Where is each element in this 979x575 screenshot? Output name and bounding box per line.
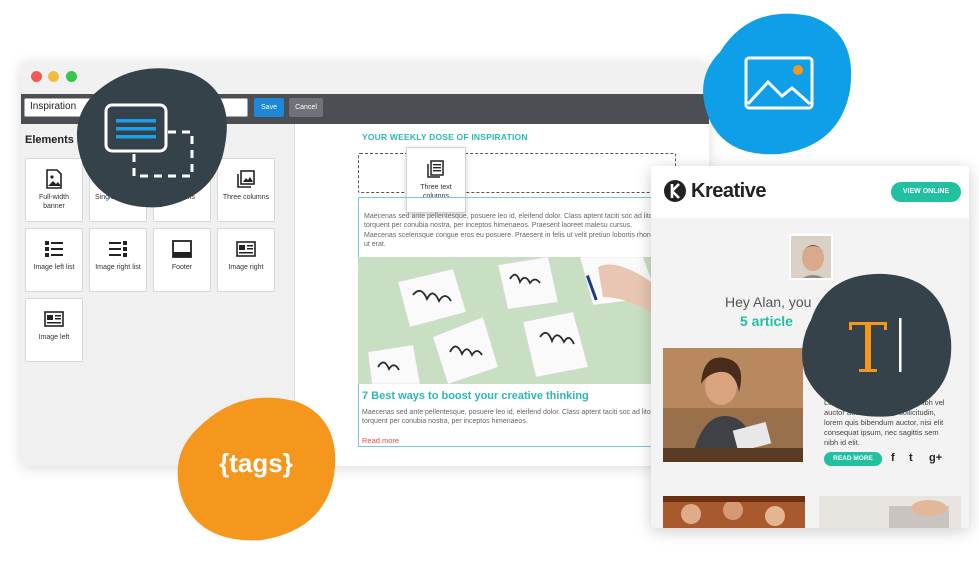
minimize-window-button[interactable] bbox=[48, 71, 59, 82]
element-tile-footer[interactable]: Footer bbox=[153, 228, 211, 292]
image-blob bbox=[698, 10, 854, 156]
google-plus-icon[interactable]: g+ bbox=[929, 452, 942, 464]
woman-photo bbox=[663, 348, 803, 462]
article-left-icon bbox=[44, 311, 64, 327]
facebook-icon[interactable]: f bbox=[891, 452, 895, 464]
text-blob bbox=[797, 270, 953, 418]
element-tile-image-right-list[interactable]: Image right list bbox=[89, 228, 147, 292]
gallery-icon bbox=[237, 170, 255, 188]
tile-label: Image left bbox=[38, 334, 70, 341]
element-tile-image-left[interactable]: Image left bbox=[25, 298, 83, 362]
article-headline[interactable]: 7 Best ways to boost your creative think… bbox=[362, 390, 589, 402]
email-read-more-button[interactable]: READ MORE bbox=[824, 452, 882, 466]
text-columns-icon bbox=[427, 160, 444, 178]
list-left-icon bbox=[45, 241, 63, 257]
email-header: Kreative VIEW ONLINE bbox=[651, 166, 969, 218]
read-more-link[interactable]: Read more bbox=[362, 436, 399, 445]
tags-label: {tags} bbox=[219, 448, 293, 478]
ideas-photo bbox=[358, 257, 658, 384]
group-photo bbox=[663, 496, 805, 528]
element-tile-image-left-list[interactable]: Image left list bbox=[25, 228, 83, 292]
article-paragraph: Maecenas sed ante pellentesque, posuere … bbox=[362, 409, 657, 426]
tile-label: Image right list bbox=[95, 264, 141, 271]
layout-blob bbox=[73, 65, 231, 209]
article-icon bbox=[236, 241, 256, 257]
tile-label: Footer bbox=[171, 264, 193, 271]
list-right-icon bbox=[109, 241, 127, 257]
articles-count-text: 5 article bbox=[740, 313, 793, 329]
cancel-button[interactable]: Cancel bbox=[289, 98, 323, 117]
close-window-button[interactable] bbox=[31, 71, 42, 82]
tags-blob: {tags} bbox=[174, 390, 338, 542]
footer-icon bbox=[172, 240, 192, 258]
view-online-button[interactable]: VIEW ONLINE bbox=[891, 182, 961, 202]
image-icon bbox=[46, 169, 62, 189]
weekly-heading: YOUR WEEKLY DOSE OF INSPIRATION bbox=[362, 132, 528, 142]
element-tile-image-right[interactable]: Image right bbox=[217, 228, 275, 292]
intro-paragraph: Maecenas sed ante pellentesque, posuere … bbox=[364, 213, 662, 249]
brand-name: Kreative bbox=[691, 180, 766, 202]
save-button[interactable]: Save bbox=[254, 98, 284, 117]
twitter-icon[interactable]: t bbox=[909, 452, 913, 464]
tile-label: Image right bbox=[228, 264, 264, 271]
laptop-photo bbox=[819, 496, 961, 528]
kreative-logo-icon bbox=[664, 180, 686, 202]
tile-label: Image left list bbox=[33, 264, 75, 271]
elements-title: Elements bbox=[25, 134, 74, 146]
email-canvas: YOUR WEEKLY DOSE OF INSPIRATION Three te… bbox=[296, 124, 709, 466]
